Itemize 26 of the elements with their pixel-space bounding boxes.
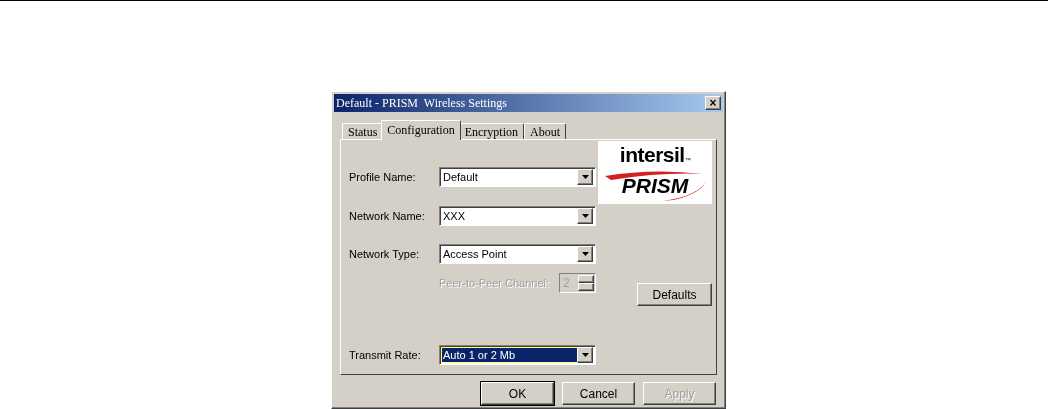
caret-icon: [581, 174, 589, 179]
logo-product: PRISM: [621, 175, 689, 197]
tab[interactable]: Configuration: [381, 120, 461, 140]
caret-icon: [581, 251, 589, 256]
dialog-button[interactable]: Cancel: [562, 382, 635, 405]
spin-buttons[interactable]: [578, 274, 594, 291]
dropdown-arrow-button[interactable]: [577, 207, 593, 224]
dialog-button[interactable]: OK: [481, 382, 554, 405]
caret-icon: [581, 352, 589, 357]
defaults-button[interactable]: Defaults: [637, 283, 712, 306]
dropdown-arrow-button[interactable]: [577, 168, 593, 185]
dropdown-field[interactable]: Auto 1 or 2 Mb: [439, 344, 596, 365]
swoosh-icon: [603, 170, 707, 202]
dropdown-arrow-button[interactable]: [577, 245, 593, 262]
field-label: Profile Name:: [349, 170, 417, 183]
dropdown-arrow-button[interactable]: [577, 346, 593, 363]
close-button[interactable]: ×: [705, 96, 721, 110]
field-label: Network Type:: [349, 247, 421, 260]
field-label: Transmit Rate:: [349, 348, 422, 361]
dropdown-field[interactable]: XXX: [439, 205, 596, 226]
field-label: Network Name:: [349, 209, 426, 222]
window-title: Default - PRISM Wireless Settings: [336, 95, 507, 111]
dropdown-field[interactable]: Default: [439, 166, 596, 187]
dropdown-field[interactable]: Access Point: [439, 243, 596, 264]
caret-icon: [581, 213, 589, 218]
dropdown-value: Auto 1 or 2 Mb: [442, 347, 577, 362]
